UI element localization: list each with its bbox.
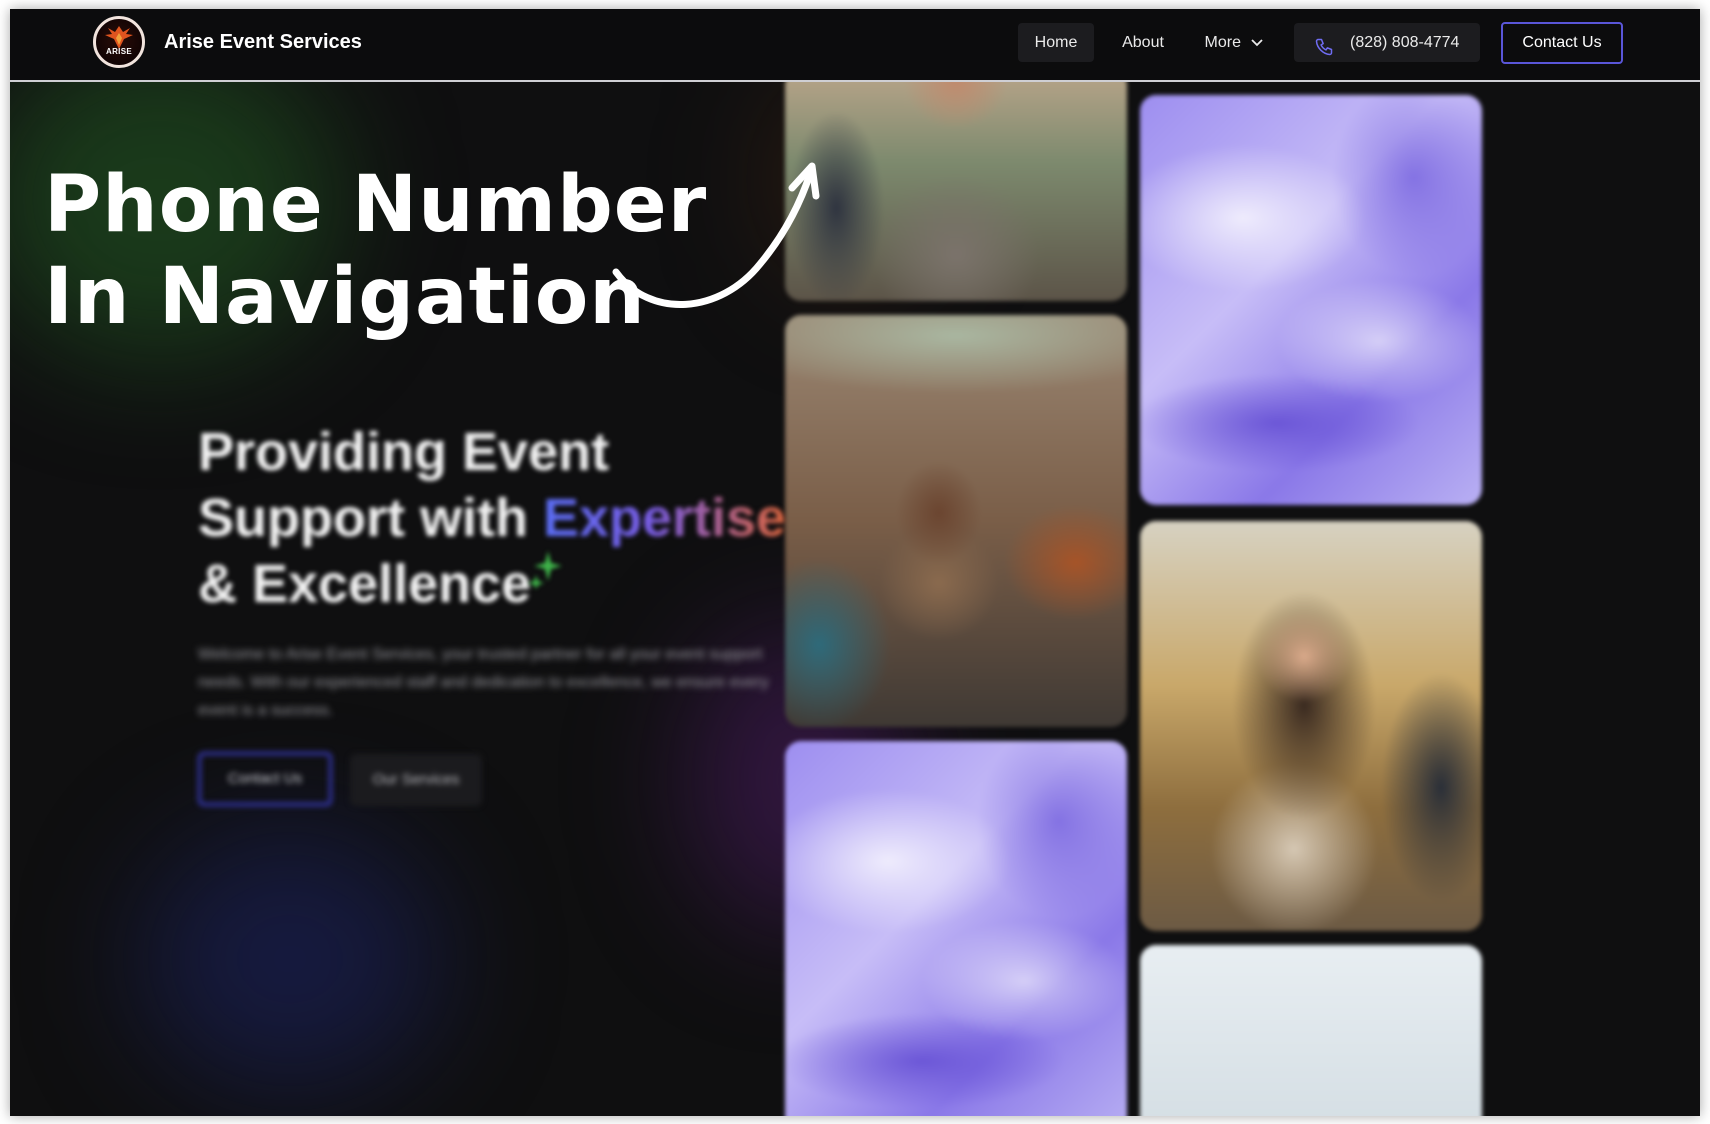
annotation-heading: Phone Number In Navigation [44, 159, 707, 343]
nav-about-link[interactable]: About [1110, 23, 1176, 62]
smiling-woman-photo [1140, 521, 1482, 931]
nav-more-dropdown[interactable]: More [1198, 23, 1270, 62]
phone-icon [1314, 33, 1334, 72]
purple-swirl-image [1140, 95, 1482, 505]
brand-name[interactable]: Arise Event Services [164, 31, 362, 54]
annotation-line1: Phone Number [44, 160, 708, 250]
browser-frame: ARISE Arise Event Services Home About Mo… [10, 9, 1700, 1116]
sparkle-icon [528, 549, 564, 594]
hero-title: Providing Event Support with Expertise &… [198, 419, 838, 617]
hero-title-accent: Expertise [542, 488, 787, 548]
partial-photo [1140, 945, 1482, 1116]
contact-us-button[interactable]: Contact Us [1501, 22, 1623, 64]
annotation-line2: In Navigation [44, 252, 646, 342]
arrow-icon [612, 162, 820, 308]
hero-title-line2: Support with Expertise [198, 485, 838, 551]
hero-description: Welcome to Arise Event Services, your tr… [198, 646, 769, 719]
logo[interactable]: ARISE [93, 16, 145, 68]
hero-title-line2-plain: Support with [198, 488, 543, 548]
chevron-down-icon [1251, 23, 1264, 62]
nav-home-link[interactable]: Home [1018, 23, 1094, 62]
hero-services-button[interactable]: Our Services [350, 754, 482, 806]
nav-phone-link[interactable]: (828) 808-4774 [1294, 23, 1480, 62]
hero-contact-button[interactable]: Contact Us [198, 752, 332, 806]
top-navigation: ARISE Arise Event Services Home About Mo… [10, 9, 1700, 82]
logo-text: ARISE [106, 47, 132, 56]
hero-title-line1: Providing Event [198, 422, 610, 482]
purple-swirl-image-2 [785, 741, 1127, 1116]
hero-title-line3: & Excellence [198, 554, 532, 614]
blue-glow [140, 829, 440, 1089]
nav-more-label: More [1204, 34, 1241, 51]
phone-number: (828) 808-4774 [1350, 34, 1460, 51]
